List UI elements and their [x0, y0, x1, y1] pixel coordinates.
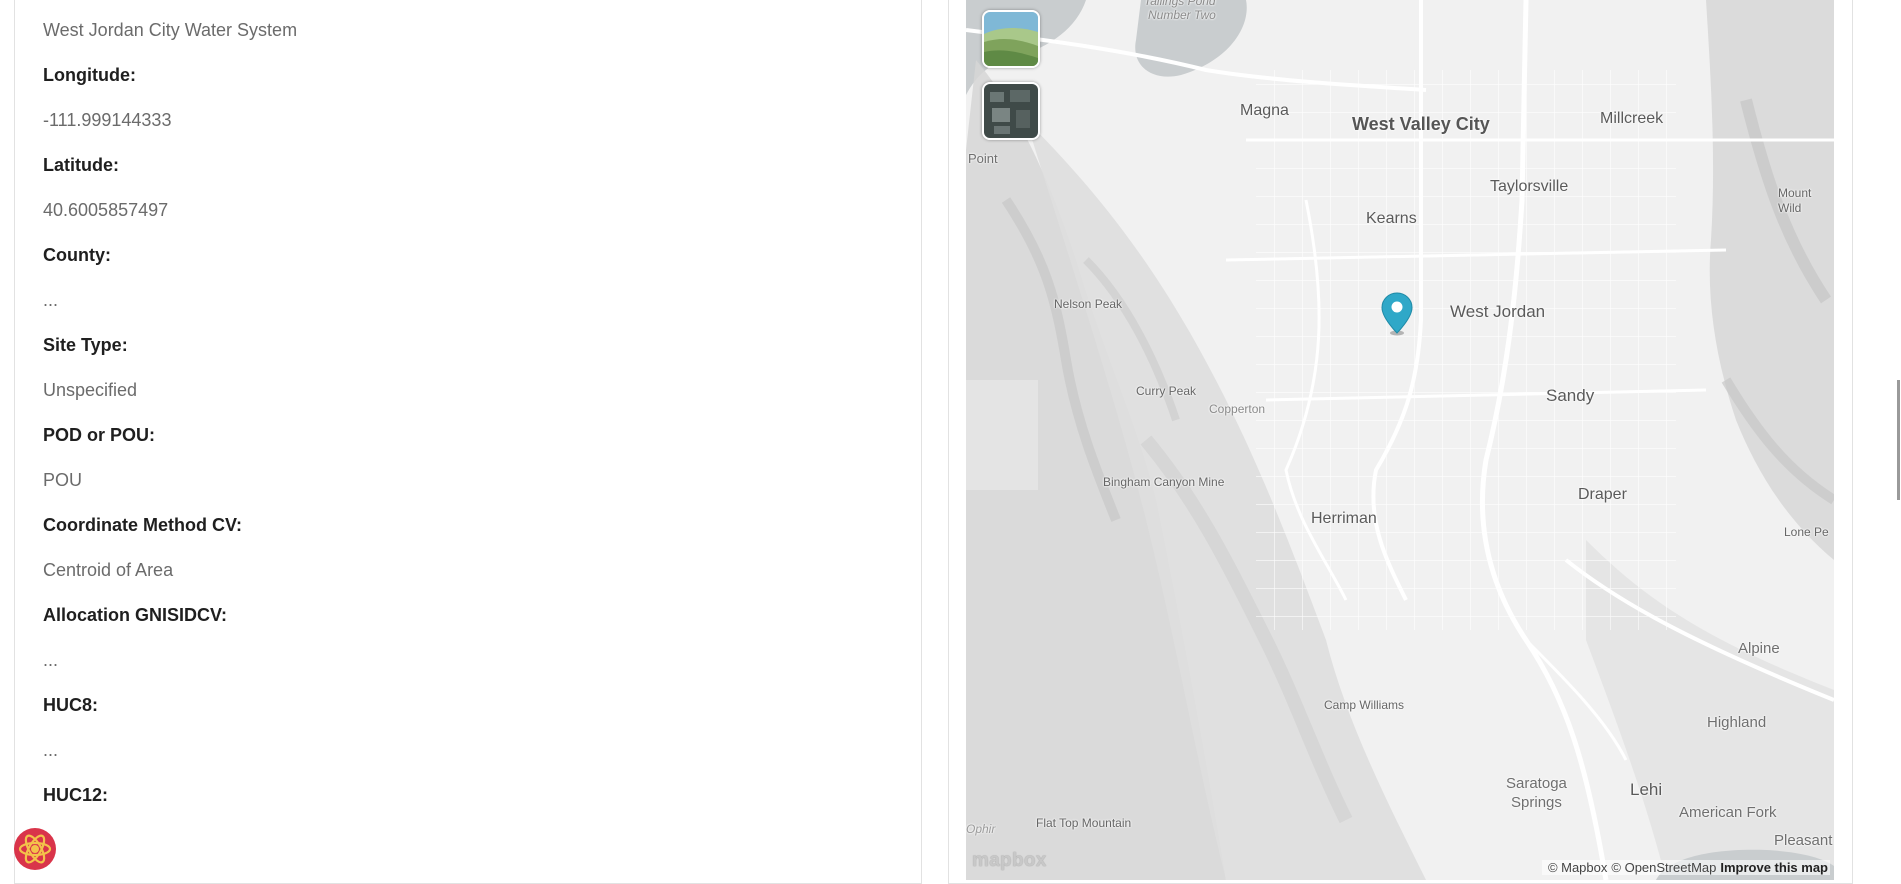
huc8-label: HUC8: [43, 695, 99, 715]
longitude-value: -111.999144333 [43, 110, 172, 130]
terrain-layer-button[interactable] [982, 10, 1040, 68]
react-devtools-icon[interactable] [12, 826, 58, 872]
place-sandy: Sandy [1546, 386, 1595, 405]
place-american-fork: American Fork [1679, 804, 1777, 821]
mapbox-attribution-link[interactable]: © Mapbox [1548, 860, 1607, 875]
allocation-gnisidcv-label: Allocation GNISIDCV: [43, 605, 228, 625]
place-point: Point [968, 151, 998, 166]
terrain-layer-icon [984, 12, 1038, 66]
county-label: County: [43, 245, 111, 265]
place-curry-peak: Curry Peak [1136, 384, 1197, 398]
place-camp-williams: Camp Williams [1324, 698, 1405, 712]
osm-attribution-link[interactable]: © OpenStreetMap [1611, 860, 1716, 875]
allocation-gnisidcv-value: ... [43, 650, 59, 670]
place-tailings-pond: Tailings Pond [1144, 0, 1216, 8]
place-number-two: Number Two [1148, 8, 1216, 22]
place-highland: Highland [1707, 714, 1767, 731]
place-copperton: Copperton [1209, 402, 1266, 416]
site-type-value: Unspecified [43, 380, 138, 400]
huc12-label: HUC12: [43, 785, 109, 805]
site-details-panel: West Jordan City Water System Longitude:… [14, 0, 922, 884]
satellite-layer-button[interactable] [982, 82, 1040, 140]
improve-map-link[interactable]: Improve this map [1720, 860, 1828, 875]
place-bingham-canyon-mine: Bingham Canyon Mine [1103, 475, 1225, 489]
latitude-value: 40.6005857497 [43, 200, 169, 220]
place-lone-peak: Lone Pe [1784, 525, 1829, 539]
react-atom-icon [14, 828, 56, 870]
coordinate-method-value: Centroid of Area [43, 560, 174, 580]
county-value: ... [43, 290, 59, 310]
place-mount-wild: Mount Wild [1778, 186, 1812, 215]
place-flat-top-mountain: Flat Top Mountain [1036, 816, 1132, 830]
map-attribution: © Mapbox © OpenStreetMap Improve this map [1541, 860, 1830, 875]
place-nelson-peak: Nelson Peak [1054, 297, 1123, 311]
place-herriman: Herriman [1311, 510, 1377, 527]
place-lehi: Lehi [1630, 780, 1663, 799]
mapbox-logo[interactable]: mapbox [972, 850, 1047, 872]
site-type-label: Site Type: [43, 335, 128, 355]
longitude-label: Longitude: [43, 65, 136, 85]
pod-or-pou-label: POD or POU: [43, 425, 156, 445]
place-west-jordan: West Jordan [1450, 302, 1546, 321]
place-ophir: Ophir [966, 822, 996, 836]
place-taylorsville: Taylorsville [1490, 178, 1569, 195]
location-pin-marker[interactable] [1381, 292, 1413, 336]
place-west-valley-city: West Valley City [1352, 114, 1490, 134]
place-alpine: Alpine [1738, 640, 1780, 657]
page-scrollbar-thumb[interactable] [1897, 380, 1900, 500]
place-saratoga-springs: Saratoga Springs [1506, 775, 1567, 811]
pod-or-pou-value: POU [43, 470, 83, 490]
water-system-name: West Jordan City Water System [43, 20, 298, 40]
place-magna: Magna [1240, 102, 1289, 119]
place-millcreek: Millcreek [1600, 110, 1664, 127]
place-draper: Draper [1578, 486, 1627, 503]
mapbox-logo-text: mapbox [972, 850, 1047, 871]
place-pleasant: Pleasant [1774, 832, 1833, 849]
latitude-label: Latitude: [43, 155, 119, 175]
map-canvas[interactable]: Tailings Pond Number Two Magna West Vall… [966, 0, 1834, 880]
coordinate-method-label: Coordinate Method CV: [43, 515, 242, 535]
satellite-layer-icon [984, 84, 1038, 138]
huc8-value: ... [43, 740, 59, 760]
location-pin-icon [1381, 292, 1413, 336]
place-kearns: Kearns [1366, 210, 1417, 227]
